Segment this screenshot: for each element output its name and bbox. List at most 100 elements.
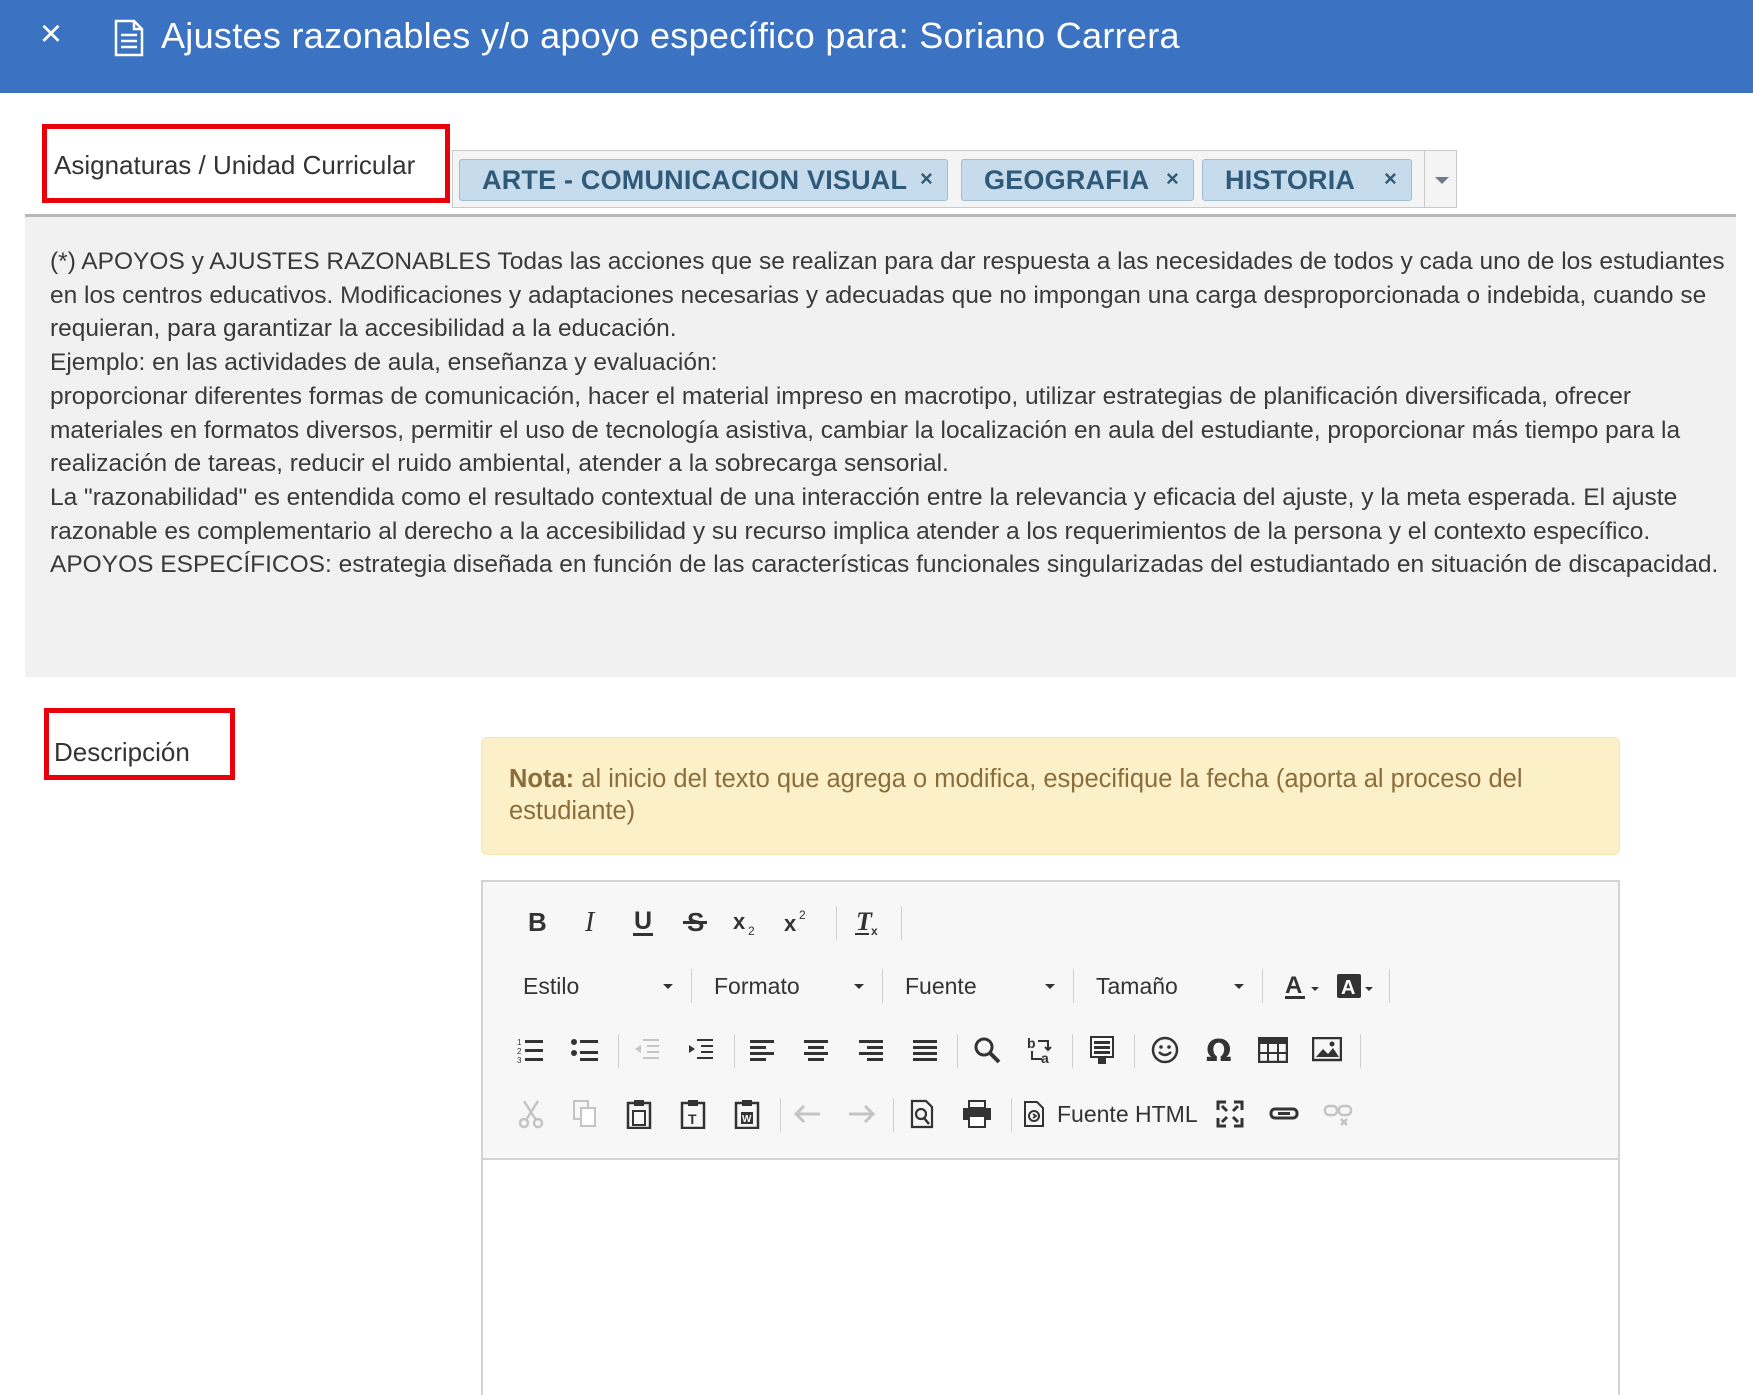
chevron-down-icon bbox=[854, 984, 864, 989]
bold-icon[interactable]: B bbox=[518, 902, 554, 942]
format-combo[interactable]: Formato bbox=[714, 966, 864, 1006]
svg-text:x: x bbox=[733, 909, 746, 934]
chip-label: ARTE - COMUNICACION VISUAL bbox=[482, 164, 908, 195]
rich-text-editor: B I U S x2 x2 Tx Estilo Formato Fuente T… bbox=[481, 880, 1620, 1395]
align-left-icon[interactable] bbox=[742, 1030, 782, 1070]
svg-text:W: W bbox=[742, 1114, 752, 1125]
note-bold: Nota: bbox=[509, 765, 575, 793]
editor-toolbar: B I U S x2 x2 Tx Estilo Formato Fuente T… bbox=[483, 882, 1618, 1160]
table-icon[interactable] bbox=[1253, 1030, 1293, 1070]
unlink-icon[interactable] bbox=[1318, 1094, 1358, 1134]
bulleted-list-icon[interactable] bbox=[565, 1030, 605, 1070]
source-icon[interactable] bbox=[1019, 1094, 1051, 1134]
copy-icon[interactable] bbox=[565, 1094, 605, 1134]
toolbar-separator bbox=[893, 1098, 894, 1132]
search-icon[interactable] bbox=[967, 1030, 1007, 1070]
toolbar-separator bbox=[1389, 969, 1390, 1003]
subjects-select[interactable]: ARTE - COMUNICACION VISUAL × GEOGRAFIA ×… bbox=[452, 150, 1457, 208]
justify-icon[interactable] bbox=[905, 1030, 945, 1070]
info-paragraph: La "razonabilidad" es entendida como el … bbox=[50, 483, 1678, 545]
remove-format-icon[interactable]: Tx bbox=[850, 902, 886, 942]
subscript-icon[interactable]: x2 bbox=[728, 902, 764, 942]
image-icon[interactable] bbox=[1307, 1030, 1347, 1070]
info-paragraph: (*) APOYOS y AJUSTES RAZONABLES Todas la… bbox=[50, 248, 1725, 343]
strikethrough-icon[interactable]: S bbox=[677, 902, 713, 942]
italic-icon[interactable]: I bbox=[573, 902, 609, 942]
note-body: al inicio del texto que agrega o modific… bbox=[509, 765, 1523, 825]
numbered-list-icon[interactable]: 123 bbox=[511, 1030, 551, 1070]
info-paragraph: proporcionar diferentes formas de comuni… bbox=[50, 382, 1681, 478]
chevron-down-icon bbox=[1234, 984, 1244, 989]
chevron-down-icon bbox=[1435, 177, 1449, 184]
toolbar-separator bbox=[836, 906, 837, 940]
font-combo[interactable]: Fuente bbox=[905, 966, 1055, 1006]
background-color-icon[interactable]: A bbox=[1333, 966, 1377, 1006]
chip-arte-comunicacion-visual: ARTE - COMUNICACION VISUAL × bbox=[459, 159, 948, 201]
remove-chip-icon[interactable]: × bbox=[1166, 166, 1179, 192]
editor-content-area[interactable] bbox=[483, 1162, 1618, 1395]
format-combo-label: Formato bbox=[714, 972, 800, 999]
svg-text:2: 2 bbox=[748, 924, 755, 937]
source-html-button[interactable]: Fuente HTML bbox=[1057, 1094, 1207, 1134]
size-combo[interactable]: Tamaño bbox=[1096, 966, 1244, 1006]
chip-label: GEOGRAFIA bbox=[984, 164, 1150, 195]
smiley-icon[interactable] bbox=[1145, 1030, 1185, 1070]
print-icon[interactable] bbox=[957, 1094, 997, 1134]
superscript-icon[interactable]: x2 bbox=[779, 902, 815, 942]
info-panel: (*) APOYOS y AJUSTES RAZONABLES Todas la… bbox=[25, 217, 1736, 677]
chip-geografia: GEOGRAFIA × bbox=[961, 159, 1194, 201]
source-html-label: Fuente HTML bbox=[1057, 1100, 1198, 1127]
svg-text:a: a bbox=[1041, 1050, 1049, 1065]
style-combo-label: Estilo bbox=[523, 972, 580, 999]
subjects-dropdown-toggle[interactable] bbox=[1424, 151, 1456, 207]
chevron-down-icon bbox=[1045, 984, 1055, 989]
remove-chip-icon[interactable]: × bbox=[920, 166, 933, 192]
toolbar-separator bbox=[1134, 1034, 1135, 1068]
special-char-icon[interactable]: Ω bbox=[1199, 1030, 1239, 1070]
align-right-icon[interactable] bbox=[851, 1030, 891, 1070]
toolbar-separator bbox=[734, 1034, 735, 1068]
paste-text-icon[interactable]: T bbox=[673, 1094, 713, 1134]
close-icon[interactable]: × bbox=[36, 14, 66, 54]
toolbar-separator bbox=[1073, 969, 1074, 1003]
select-all-icon[interactable] bbox=[1082, 1030, 1122, 1070]
size-combo-label: Tamaño bbox=[1096, 972, 1178, 999]
svg-text:U: U bbox=[634, 907, 652, 935]
svg-text:1: 1 bbox=[517, 1038, 522, 1047]
decrease-indent-icon[interactable] bbox=[627, 1030, 667, 1070]
svg-text:A: A bbox=[1285, 972, 1302, 999]
info-paragraph: Ejemplo: en las actividades de aula, ens… bbox=[50, 349, 718, 377]
svg-text:T: T bbox=[688, 1111, 697, 1127]
font-combo-label: Fuente bbox=[905, 972, 977, 999]
subjects-label: Asignaturas / Unidad Curricular bbox=[54, 150, 416, 180]
remove-chip-icon[interactable]: × bbox=[1384, 166, 1397, 192]
style-combo[interactable]: Estilo bbox=[523, 966, 673, 1006]
paste-word-icon[interactable]: W bbox=[727, 1094, 767, 1134]
maximize-icon[interactable] bbox=[1210, 1094, 1250, 1134]
dialog-title: Ajustes razonables y/o apoyo específico … bbox=[161, 15, 1180, 56]
toolbar-separator bbox=[780, 1098, 781, 1132]
svg-text:Ω: Ω bbox=[1206, 1035, 1232, 1065]
toolbar-separator bbox=[618, 1034, 619, 1068]
toolbar-separator bbox=[1072, 1034, 1073, 1068]
increase-indent-icon[interactable] bbox=[681, 1030, 721, 1070]
paste-icon[interactable] bbox=[619, 1094, 659, 1134]
align-center-icon[interactable] bbox=[796, 1030, 836, 1070]
toolbar-separator bbox=[882, 969, 883, 1003]
text-color-icon[interactable]: A bbox=[1280, 966, 1324, 1006]
note-text: Nota: al inicio del texto que agrega o m… bbox=[509, 763, 1599, 827]
undo-icon[interactable] bbox=[788, 1094, 828, 1134]
toolbar-separator bbox=[1011, 1098, 1012, 1132]
note-alert: Nota: al inicio del texto que agrega o m… bbox=[481, 737, 1620, 855]
dialog-header: × Ajustes razonables y/o apoyo específic… bbox=[0, 0, 1753, 93]
cut-icon[interactable] bbox=[511, 1094, 551, 1134]
link-icon[interactable] bbox=[1264, 1094, 1304, 1134]
svg-text:x: x bbox=[871, 924, 878, 937]
toolbar-separator bbox=[691, 969, 692, 1003]
redo-icon[interactable] bbox=[841, 1094, 881, 1134]
preview-icon[interactable] bbox=[903, 1094, 943, 1134]
chip-historia: HISTORIA × bbox=[1202, 159, 1412, 201]
chip-label: HISTORIA bbox=[1225, 164, 1356, 195]
underline-icon[interactable]: U bbox=[625, 902, 661, 942]
replace-icon[interactable]: ba bbox=[1021, 1030, 1061, 1070]
